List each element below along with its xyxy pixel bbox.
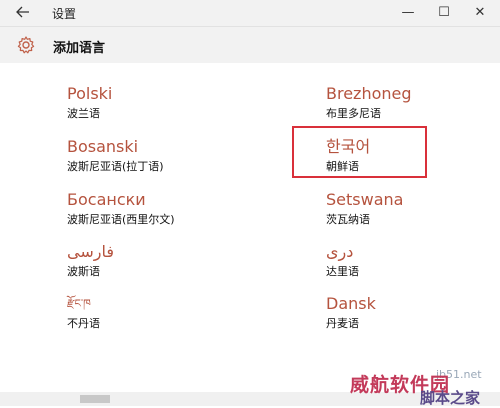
language-native-name: Brezhoneg: [326, 84, 412, 103]
language-native-name: درى: [326, 242, 354, 261]
language-chinese-name: 丹麦语: [326, 317, 359, 330]
language-chinese-name: 布里多尼语: [326, 107, 381, 120]
language-chinese-name: 达里语: [326, 265, 359, 278]
language-native-name: فارسى: [67, 242, 114, 261]
language-native-name: Bosanski: [67, 137, 139, 156]
language-item-dansk[interactable]: Dansk 丹麦语: [326, 294, 496, 332]
gear-icon: [16, 35, 36, 55]
language-list: Polski 波兰语 Brezhoneg 布里多尼语 Bosanski 波斯尼亚…: [4, 64, 496, 392]
language-item-bosanski[interactable]: Bosanski 波斯尼亚语(拉丁语): [67, 137, 237, 175]
watermark-line2: 脚本之家: [420, 389, 481, 407]
language-chinese-name: 茨瓦纳语: [326, 213, 370, 226]
language-item-bosanski-cyrillic[interactable]: Босански 波斯尼亚语(西里尔文): [67, 190, 237, 228]
page-title: 添加语言: [53, 41, 106, 56]
language-item-brezhoneg[interactable]: Brezhoneg 布里多尼语: [326, 84, 496, 122]
language-native-name: Polski: [67, 84, 113, 103]
language-chinese-name: 波斯语: [67, 265, 100, 278]
back-arrow-icon[interactable]: [14, 3, 32, 21]
language-chinese-name: 波斯尼亚语(西里尔文): [67, 213, 175, 226]
language-native-name: རྫོང་ཁ: [67, 297, 91, 310]
minimize-button[interactable]: —: [390, 0, 426, 26]
language-chinese-name: 波兰语: [67, 107, 100, 120]
language-chinese-name: 不丹语: [67, 317, 100, 330]
language-native-name: Босански: [67, 190, 146, 209]
language-native-name: Setswana: [326, 190, 404, 209]
scrollbar-thumb[interactable]: [80, 395, 110, 403]
language-item-farsi[interactable]: فارسى 波斯语: [67, 242, 237, 280]
maximize-button[interactable]: ☐: [426, 0, 462, 26]
window-title: 设置: [52, 7, 77, 21]
language-native-name: Dansk: [326, 294, 376, 313]
selection-highlight-box: [292, 126, 427, 178]
title-bar: 设置 — ☐ ✕: [0, 0, 500, 27]
close-button[interactable]: ✕: [462, 0, 498, 26]
language-item-setswana[interactable]: Setswana 茨瓦纳语: [326, 190, 496, 228]
language-item-dari[interactable]: درى 达里语: [326, 242, 496, 280]
language-item-dzongkha[interactable]: རྫོང་ཁ 不丹语: [67, 294, 237, 332]
page-header: 添加语言: [0, 27, 500, 63]
language-chinese-name: 波斯尼亚语(拉丁语): [67, 160, 164, 173]
language-item-polski[interactable]: Polski 波兰语: [67, 84, 237, 122]
